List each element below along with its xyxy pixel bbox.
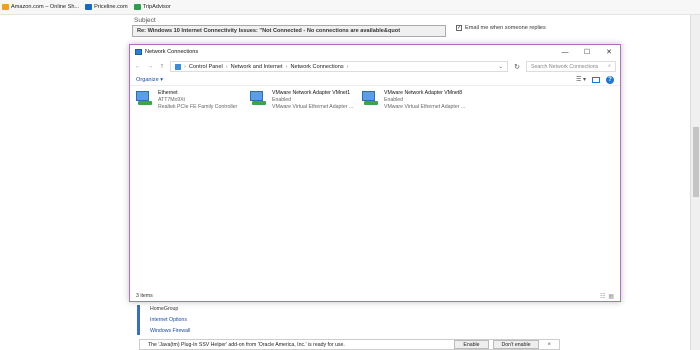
change-view-icon[interactable]: ☰ ▾ bbox=[576, 76, 586, 83]
refresh-icon[interactable]: ↻ bbox=[512, 63, 522, 71]
email-replies-option[interactable]: ✓ Email me when someone replies bbox=[456, 25, 546, 31]
adapter-name: VMware Network Adapter VMnet1 bbox=[272, 90, 351, 96]
subject-label: Subject bbox=[134, 17, 156, 24]
network-adapter-icon bbox=[249, 90, 268, 106]
close-button[interactable]: ✕ bbox=[598, 48, 620, 56]
link-homegroup[interactable]: HomeGroup bbox=[150, 305, 190, 313]
bookmark-priceline[interactable]: Priceline.com bbox=[85, 4, 128, 10]
details-view-icon[interactable]: ☷ bbox=[600, 293, 605, 300]
notification-message: The 'Java(tm) Plug-In SSV Helper' add-on… bbox=[148, 341, 345, 348]
search-placeholder: Search Network Connections bbox=[531, 63, 599, 70]
chevron-right-icon: › bbox=[285, 63, 288, 70]
maximize-button[interactable]: ☐ bbox=[576, 48, 598, 56]
large-icons-view-icon[interactable]: ▦ bbox=[608, 293, 614, 300]
up-arrow-icon[interactable]: ↑ bbox=[158, 63, 166, 70]
adapter-status: ATT7Mx9Xt bbox=[158, 97, 185, 103]
window-titlebar[interactable]: Network Connections — ☐ ✕ bbox=[130, 45, 620, 59]
network-connections-window: Network Connections — ☐ ✕ ← → ↑ › Contro… bbox=[129, 44, 621, 302]
address-bar[interactable]: › Control Panel › Network and Internet ›… bbox=[170, 61, 508, 72]
email-replies-label: Email me when someone replies bbox=[465, 25, 546, 31]
help-icon[interactable]: ? bbox=[606, 75, 614, 84]
window-title: Network Connections bbox=[145, 49, 199, 55]
adapter-list: Ethernet ATT7Mx9Xt Realtek PCIe FE Famil… bbox=[130, 86, 620, 276]
command-bar: Organize ▾ ☰ ▾ ? bbox=[130, 74, 620, 86]
network-adapter-icon bbox=[361, 90, 380, 106]
adapter-ethernet[interactable]: Ethernet ATT7Mx9Xt Realtek PCIe FE Famil… bbox=[135, 90, 237, 111]
breadcrumb-network-internet[interactable]: Network and Internet bbox=[231, 64, 283, 70]
chevron-right-icon: › bbox=[225, 63, 228, 70]
network-adapter-icon bbox=[135, 90, 154, 106]
adapter-name: Ethernet bbox=[158, 90, 178, 96]
breadcrumb-network-connections[interactable]: Network Connections bbox=[290, 64, 343, 70]
minimize-button[interactable]: — bbox=[554, 49, 576, 56]
organize-menu[interactable]: Organize ▾ bbox=[136, 77, 163, 83]
adapter-name: VMware Network Adapter VMnet8 bbox=[384, 90, 463, 96]
priceline-icon bbox=[85, 4, 93, 10]
bookmark-label: Amazon.com – Online Sh... bbox=[11, 4, 80, 10]
adapter-device: VMware Virtual Ethernet Adapter ... bbox=[384, 104, 466, 110]
bookmark-amazon[interactable]: Amazon.com – Online Sh... bbox=[2, 4, 79, 10]
email-replies-checkbox[interactable]: ✓ bbox=[456, 25, 462, 31]
back-arrow-icon[interactable]: ← bbox=[134, 63, 142, 70]
close-icon[interactable]: × bbox=[547, 342, 551, 348]
dont-enable-button[interactable]: Don't enable bbox=[492, 340, 540, 349]
bookmark-label: Priceline.com bbox=[94, 4, 128, 10]
chevron-right-icon: › bbox=[346, 63, 349, 70]
item-count: 3 items bbox=[136, 293, 153, 299]
bookmark-tripadvisor[interactable]: TripAdvisor bbox=[133, 4, 171, 10]
breadcrumb-control-panel[interactable]: Control Panel bbox=[189, 64, 223, 70]
forward-arrow-icon[interactable]: → bbox=[146, 63, 154, 70]
search-box[interactable]: Search Network Connections ⌕ bbox=[526, 61, 616, 72]
chevron-right-icon: › bbox=[184, 63, 186, 70]
scrollbar-thumb[interactable] bbox=[693, 127, 699, 197]
page-scrollbar[interactable] bbox=[690, 15, 700, 350]
bookmark-label: TripAdvisor bbox=[142, 4, 171, 10]
adapter-vmnet1[interactable]: VMware Network Adapter VMnet1 Enabled VM… bbox=[249, 90, 353, 111]
category-marker bbox=[137, 305, 140, 335]
subject-field[interactable]: Re: Windows 10 Internet Connectivity Iss… bbox=[132, 25, 446, 37]
addon-notification-bar: The 'Java(tm) Plug-In SSV Helper' add-on… bbox=[139, 339, 560, 350]
adapter-status: Enabled bbox=[384, 97, 404, 103]
adapter-device: Realtek PCIe FE Family Controller bbox=[158, 104, 238, 110]
search-icon: ⌕ bbox=[608, 63, 611, 69]
adapter-device: VMware Virtual Ethernet Adapter ... bbox=[272, 104, 354, 110]
control-panel-links: HomeGroup Internet Options Windows Firew… bbox=[150, 305, 190, 335]
status-bar: 3 items ☷ ▦ bbox=[130, 291, 620, 301]
adapter-vmnet8[interactable]: VMware Network Adapter VMnet8 Enabled VM… bbox=[361, 90, 465, 111]
control-panel-icon bbox=[175, 63, 181, 70]
link-internet-options[interactable]: Internet Options bbox=[150, 316, 190, 324]
network-folder-icon bbox=[135, 49, 142, 55]
navigation-bar: ← → ↑ › Control Panel › Network and Inte… bbox=[130, 59, 620, 74]
amazon-icon bbox=[2, 4, 9, 10]
adapter-status: Enabled bbox=[272, 97, 292, 103]
bookmarks-bar: Amazon.com – Online Sh... Priceline.com … bbox=[0, 0, 700, 15]
tripadvisor-icon bbox=[133, 4, 141, 10]
link-windows-firewall[interactable]: Windows Firewall bbox=[150, 327, 190, 335]
chevron-down-icon[interactable]: ⌄ bbox=[498, 64, 503, 70]
preview-pane-icon[interactable] bbox=[592, 76, 600, 83]
enable-button[interactable]: Enable bbox=[454, 340, 489, 349]
